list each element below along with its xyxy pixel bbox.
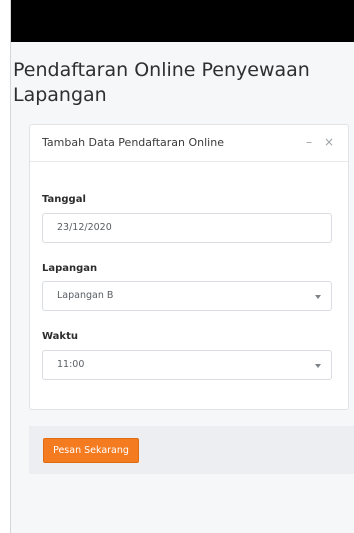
lapangan-value: Lapangan B: [57, 290, 114, 301]
app-window: Pendaftaran Online Penyewaan Lapangan Ta…: [10, 0, 354, 533]
lapangan-select[interactable]: Lapangan B: [42, 281, 332, 311]
waktu-label: Waktu: [42, 331, 78, 342]
top-bar: [11, 0, 354, 42]
tanggal-date-field[interactable]: 23/12/2020: [42, 213, 332, 243]
form-footer: Pesan Sekarang: [29, 426, 354, 474]
pesan-sekarang-button[interactable]: Pesan Sekarang: [43, 438, 139, 463]
tanggal-value: 23/12/2020: [57, 222, 112, 233]
tanggal-label: Tanggal: [42, 194, 86, 205]
registration-card: Tambah Data Pendaftaran Online – × Tangg…: [29, 124, 349, 410]
lapangan-label: Lapangan: [42, 263, 98, 274]
chevron-down-icon: [315, 364, 321, 368]
chevron-down-icon: [315, 295, 321, 299]
close-icon[interactable]: ×: [324, 134, 334, 150]
minus-icon[interactable]: –: [306, 134, 312, 150]
card-title: Tambah Data Pendaftaran Online: [42, 136, 224, 149]
waktu-select[interactable]: 11:00: [42, 350, 332, 380]
card-header: Tambah Data Pendaftaran Online – ×: [30, 125, 348, 162]
page-title: Pendaftaran Online Penyewaan Lapangan: [13, 59, 310, 106]
waktu-value: 11:00: [57, 359, 85, 370]
